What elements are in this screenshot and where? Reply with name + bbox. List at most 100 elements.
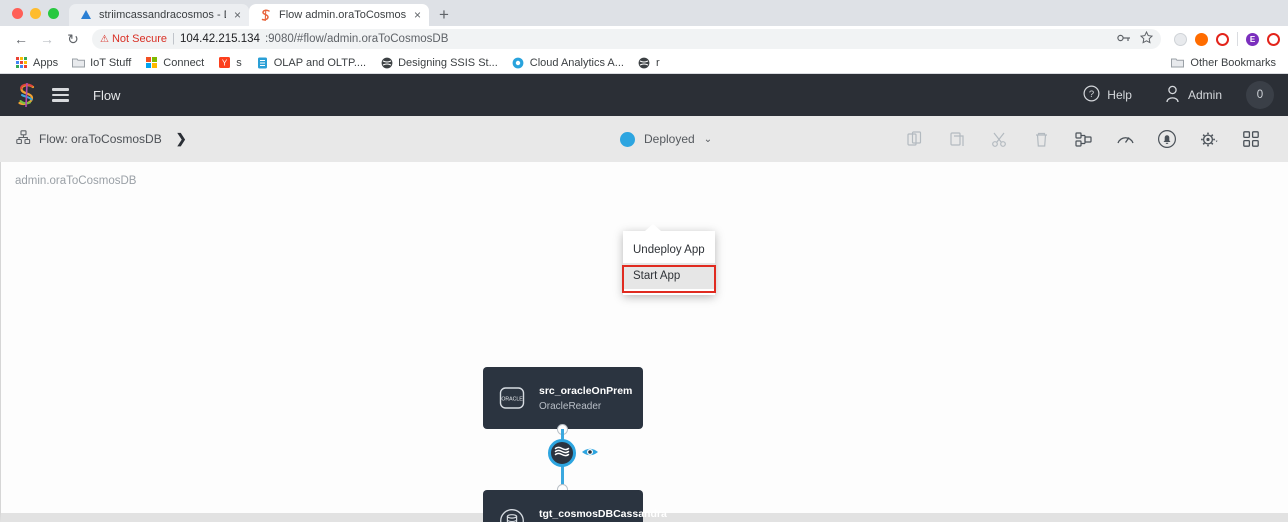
notification-counter[interactable]: 0: [1246, 81, 1274, 109]
arrange-layout-icon[interactable]: [1062, 116, 1104, 162]
paste-icon[interactable]: [894, 116, 936, 162]
bookmark-s[interactable]: Y s: [211, 56, 249, 69]
bookmark-apps[interactable]: Apps: [8, 56, 65, 69]
folder-icon: [72, 56, 85, 69]
settings-gear-icon[interactable]: [1188, 116, 1230, 162]
app-status-wrapper: Deployed ⌄: [620, 116, 712, 162]
yandex-icon: Y: [218, 56, 231, 69]
app-header: Flow ? Help Admin 0: [0, 74, 1288, 116]
bookmark-label: r: [656, 57, 660, 69]
svg-text:Y: Y: [222, 59, 228, 68]
deploy-status-dropdown[interactable]: Deployed ⌄: [620, 132, 712, 147]
bookmarks-bar: Apps IoT Stuff Connect Y s OLAP and OLTP…: [0, 52, 1288, 74]
back-button[interactable]: ←: [8, 26, 34, 52]
other-bookmarks-button[interactable]: Other Bookmarks: [1171, 56, 1280, 69]
database-icon: [499, 508, 525, 522]
minimize-window-button[interactable]: [30, 8, 41, 19]
node-type: OracleReader: [539, 401, 632, 412]
bookmark-olap-oltp[interactable]: OLAP and OLTP....: [249, 56, 373, 69]
bookmark-star-icon[interactable]: [1140, 31, 1153, 47]
delete-trash-icon[interactable]: [1020, 116, 1062, 162]
svg-text:ORACLE: ORACLE: [501, 397, 523, 403]
bookmark-cloud-analytics[interactable]: Cloud Analytics A...: [505, 56, 631, 69]
tab-strip: striimcassandracosmos - Data × Flow admi…: [0, 0, 1288, 26]
chevron-down-icon: ⌄: [704, 134, 712, 145]
help-label: Help: [1107, 88, 1132, 102]
warning-triangle-icon: ⚠: [100, 34, 109, 45]
bookmark-connect[interactable]: Connect: [138, 56, 211, 69]
status-label: Deployed: [644, 132, 695, 146]
app-header-right: ? Help Admin 0: [1067, 81, 1274, 109]
deploy-status-menu: Undeploy App Start App: [623, 231, 715, 295]
bookmark-label: OLAP and OLTP....: [274, 57, 366, 69]
reload-button[interactable]: ↻: [60, 26, 86, 52]
stream-waves-icon: [554, 444, 570, 463]
flow-hierarchy-icon: [16, 130, 31, 148]
flow-toolbar: Flow: oraToCosmosDB ❯ Deployed ⌄: [0, 116, 1288, 162]
node-text-block: tgt_cosmosDBCassandra DatabaseWriter: [539, 508, 667, 522]
bookmark-label: Designing SSIS St...: [398, 57, 498, 69]
monitor-gauge-icon[interactable]: [1104, 116, 1146, 162]
bookmark-r[interactable]: r: [631, 56, 667, 69]
flow-node-source[interactable]: ORACLE src_oracleOnPrem OracleReader: [483, 367, 643, 429]
alert-bell-icon[interactable]: [1146, 116, 1188, 162]
password-key-icon[interactable]: [1117, 33, 1131, 46]
bookmark-label: IoT Stuff: [90, 57, 131, 69]
user-menu-button[interactable]: Admin: [1148, 85, 1238, 106]
menu-item-undeploy-app[interactable]: Undeploy App: [623, 237, 715, 263]
close-tab-button[interactable]: ×: [414, 9, 421, 21]
eye-preview-icon[interactable]: [581, 445, 599, 459]
new-tab-button[interactable]: +: [429, 6, 459, 26]
striim-s-icon: [259, 8, 273, 22]
toolbar-divider: [1237, 32, 1238, 46]
stream-node[interactable]: [548, 439, 576, 467]
bookmark-label: s: [236, 57, 242, 69]
breadcrumb[interactable]: Flow: oraToCosmosDB ❯: [16, 130, 187, 148]
microsoft-icon: [145, 56, 158, 69]
tab-title: Flow admin.oraToCosmosDB: [279, 9, 406, 21]
close-tab-button[interactable]: ×: [234, 9, 241, 21]
striim-app: Flow ? Help Admin 0: [0, 74, 1288, 522]
window-traffic-lights: [8, 8, 69, 26]
node-text-block: src_oracleOnPrem OracleReader: [539, 385, 632, 412]
menu-item-start-app[interactable]: Start App: [623, 263, 715, 289]
extension-red-icon[interactable]: [1216, 33, 1229, 46]
maximize-window-button[interactable]: [48, 8, 59, 19]
bookmark-label: Apps: [33, 57, 58, 69]
extension-orange-icon[interactable]: [1195, 33, 1208, 46]
question-circle-icon: ?: [1083, 85, 1100, 105]
hamburger-menu-icon[interactable]: [52, 88, 69, 102]
cut-scissors-icon[interactable]: [978, 116, 1020, 162]
breadcrumb-chevron-icon[interactable]: ❯: [176, 131, 187, 147]
not-secure-badge[interactable]: ⚠ Not Secure: [100, 33, 167, 45]
browser-toolbar: ← → ↻ ⚠ Not Secure | 104.42.215.134:9080…: [0, 26, 1288, 52]
bookmark-designing-ssis[interactable]: Designing SSIS St...: [373, 56, 505, 69]
globe-dark-icon: [638, 56, 651, 69]
globe-dark-icon: [380, 56, 393, 69]
azure-triangle-icon: [79, 8, 93, 22]
close-window-button[interactable]: [12, 8, 23, 19]
extension-grey-icon[interactable]: [1174, 33, 1187, 46]
not-secure-label: Not Secure: [112, 33, 167, 45]
browser-tab-1[interactable]: striimcassandracosmos - Data ×: [69, 4, 249, 26]
help-button[interactable]: ? Help: [1067, 85, 1148, 105]
breadcrumb-label: Flow: oraToCosmosDB: [39, 132, 162, 146]
forward-button[interactable]: →: [34, 26, 60, 52]
url-host: 104.42.215.134: [180, 33, 260, 45]
copy-icon[interactable]: [936, 116, 978, 162]
extension-buttons: E: [1167, 32, 1280, 46]
extension-opera-icon[interactable]: [1267, 33, 1280, 46]
profile-avatar[interactable]: E: [1246, 33, 1259, 46]
address-bar[interactable]: ⚠ Not Secure | 104.42.215.134:9080/#flow…: [92, 29, 1161, 49]
flow-canvas[interactable]: admin.oraToCosmosDB ORACLE src_oracleOnP…: [0, 162, 1288, 522]
flow-node-target[interactable]: tgt_cosmosDBCassandra DatabaseWriter: [483, 490, 643, 522]
docs-blue-icon: [256, 56, 269, 69]
flow-tool-icons: [894, 116, 1272, 162]
grid-apps-icon[interactable]: [1230, 116, 1272, 162]
app-title: Flow: [93, 88, 120, 103]
browser-tab-2[interactable]: Flow admin.oraToCosmosDB ×: [249, 4, 429, 26]
node-name: src_oracleOnPrem: [539, 385, 632, 397]
bookmark-iot-stuff[interactable]: IoT Stuff: [65, 56, 138, 69]
striim-logo-icon[interactable]: [16, 82, 38, 108]
svg-text:?: ?: [1089, 89, 1094, 100]
